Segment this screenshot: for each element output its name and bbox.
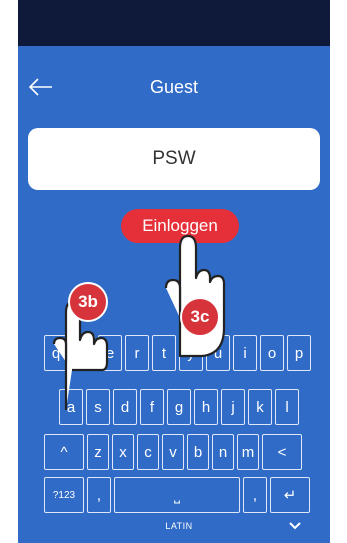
keyboard-row-4: ?123 , ⎵ , ↵ (44, 477, 310, 513)
key-h[interactable]: h (194, 389, 218, 425)
key-k[interactable]: k (248, 389, 272, 425)
key-z[interactable]: z (87, 434, 109, 470)
status-bar (18, 0, 330, 46)
step-3b-badge: 3b (68, 282, 108, 322)
page-title: Guest (149, 77, 199, 97)
app-screen: Guest PSW Einloggen q w e r t y u i o p … (18, 0, 330, 543)
keyboard-row-3: ^ z x c v b n m < (44, 434, 302, 470)
key-i[interactable]: i (233, 335, 257, 371)
key-v[interactable]: v (162, 434, 184, 470)
backspace-key[interactable]: < (262, 434, 302, 470)
shift-key[interactable]: ^ (44, 434, 84, 470)
step-3c-badge: 3c (180, 297, 220, 337)
chevron-down-icon[interactable] (288, 519, 302, 533)
key-l[interactable]: l (275, 389, 299, 425)
key-b[interactable]: b (187, 434, 209, 470)
period-key[interactable]: , (243, 477, 267, 513)
enter-key[interactable]: ↵ (270, 477, 310, 513)
space-key[interactable]: ⎵ (114, 477, 240, 513)
key-o[interactable]: o (260, 335, 284, 371)
pointing-hand-icon (164, 234, 226, 358)
key-g[interactable]: g (167, 389, 191, 425)
language-bar: LATIN (44, 515, 314, 537)
key-r[interactable]: r (125, 335, 149, 371)
key-m[interactable]: m (237, 434, 259, 470)
password-field[interactable]: PSW (28, 128, 320, 190)
numbers-key[interactable]: ?123 (44, 477, 84, 513)
header: Guest (18, 70, 330, 110)
key-x[interactable]: x (112, 434, 134, 470)
key-n[interactable]: n (212, 434, 234, 470)
key-c[interactable]: c (137, 434, 159, 470)
key-d[interactable]: d (113, 389, 137, 425)
key-f[interactable]: f (140, 389, 164, 425)
key-j[interactable]: j (221, 389, 245, 425)
language-label: LATIN (165, 521, 193, 531)
key-p[interactable]: p (287, 335, 311, 371)
comma-key[interactable]: , (87, 477, 111, 513)
